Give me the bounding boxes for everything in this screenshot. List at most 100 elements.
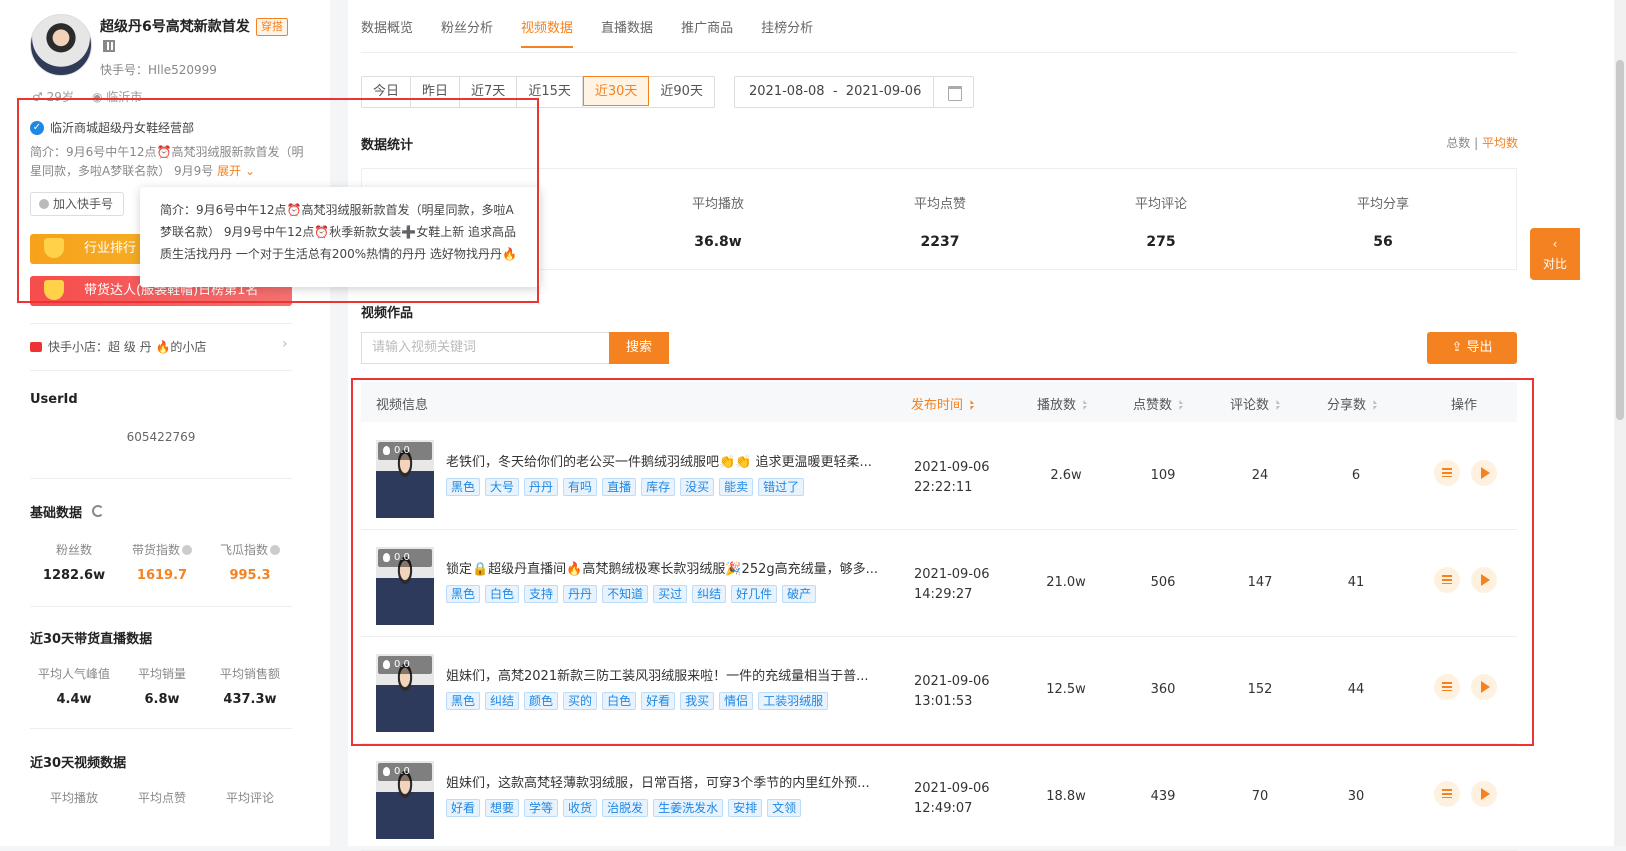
tab-products[interactable]: 推广商品 xyxy=(681,17,733,48)
stat-label: 平均销量 xyxy=(137,667,186,681)
stat-value: 275 xyxy=(1146,234,1176,250)
userid-value: 605422769 xyxy=(126,430,196,444)
keyword-tag[interactable]: 治脱发 xyxy=(602,799,649,817)
table-row: 0.0 姐妹们，这款高梵轻薄款羽绒服，日常百搭，可穿3个季节的内里红外预... … xyxy=(361,745,1517,851)
tabs-divider xyxy=(361,52,1517,53)
range-30d[interactable]: 近30天 xyxy=(582,76,650,106)
export-button[interactable]: ⇪ 导出 xyxy=(1427,332,1517,364)
highlight-box-profile xyxy=(17,98,539,303)
range-90d[interactable]: 近90天 xyxy=(649,77,714,107)
stat-avg-comments: 平均评论 275 xyxy=(1101,193,1221,250)
stat-label: 平均评论 xyxy=(1134,197,1187,212)
shares-cell: 30 xyxy=(1347,789,1365,804)
tab-ranking[interactable]: 挂榜分析 xyxy=(761,17,813,48)
main-panel: 数据概览 粉丝分析 视频数据 直播数据 推广商品 挂榜分析 今日 昨日 近7天 … xyxy=(348,0,1626,851)
stat-label: 平均人气峰值 xyxy=(37,667,110,681)
works-title: 视频作品 xyxy=(361,306,414,321)
date-start: 2021-08-08 xyxy=(749,84,825,99)
tab-bar: 数据概览 粉丝分析 视频数据 直播数据 推广商品 挂榜分析 xyxy=(361,17,813,48)
play-icon[interactable] xyxy=(1471,781,1497,807)
keyword-tag[interactable]: 学等 xyxy=(524,799,559,817)
keyword-tag[interactable]: 收货 xyxy=(563,799,598,817)
calendar-icon[interactable] xyxy=(933,77,973,107)
stat-label-text: 飞瓜指数 xyxy=(219,543,268,557)
stat-avg-plays: 平均播放 36.8w xyxy=(658,193,778,250)
video-thumbnail[interactable]: 0.0 xyxy=(376,761,434,839)
profile-sidebar: 超级丹6号高梵新款首发 穿搭 快手号：Hlle520999 ♂ 29岁 ◉ 临沂… xyxy=(0,0,540,846)
stat-value: 4.4w xyxy=(56,692,92,707)
publish-date: 2021-09-06 xyxy=(914,781,990,796)
stat-value: 6.8w xyxy=(144,692,180,707)
stat-label: 平均评论 xyxy=(225,791,274,805)
stat-label: 带货指数 xyxy=(118,541,206,558)
video-title[interactable]: 姐妹们，这款高梵轻薄款羽绒服，日常百搭，可穿3个季节的内里红外预... xyxy=(446,772,896,791)
kuaishou-id: 快手号：Hlle520999 xyxy=(100,63,217,77)
video-stat-plays: 平均播放 xyxy=(30,789,118,806)
stat-label: 飞瓜指数 xyxy=(206,541,294,558)
stat-label: 平均点赞 xyxy=(137,791,186,805)
tab-fans[interactable]: 粉丝分析 xyxy=(441,17,493,48)
tab-live[interactable]: 直播数据 xyxy=(601,17,653,48)
publish-time: 2021-09-06 12:49:07 xyxy=(914,779,990,819)
divider xyxy=(30,606,292,607)
live-stat-revenue: 平均销售额 437.3w xyxy=(206,665,294,707)
userid-title: UserId xyxy=(30,392,78,407)
keyword-tag[interactable]: 想要 xyxy=(485,799,520,817)
highlight-box-table xyxy=(351,378,1534,746)
date-range-picker[interactable]: 2021-08-08 - 2021-09-06 xyxy=(734,76,974,108)
qr-code-icon[interactable] xyxy=(103,40,115,52)
compare-label: 对比 xyxy=(1542,257,1567,271)
stat-label: 粉丝数 xyxy=(55,543,92,557)
publish-clock: 12:49:07 xyxy=(914,801,973,816)
info-icon[interactable] xyxy=(270,545,280,555)
keyword-tag[interactable]: 生姜洗发水 xyxy=(653,799,724,817)
comments-cell: 70 xyxy=(1251,789,1269,804)
tab-video[interactable]: 视频数据 xyxy=(521,17,574,48)
account-name: 超级丹6号高梵新款首发 xyxy=(100,19,250,35)
basic-stat-goods-index: 带货指数 1619.7 xyxy=(118,541,206,583)
stat-label: 平均分享 xyxy=(1356,197,1409,212)
basic-stat-fans: 粉丝数 1282.6w xyxy=(30,541,118,583)
stat-value: 56 xyxy=(1373,234,1393,250)
video-stat-comments: 平均评论 xyxy=(206,789,294,806)
toggle-average[interactable]: 平均数 xyxy=(1482,136,1518,150)
toggle-separator: | xyxy=(1474,136,1479,150)
keyword-tag[interactable]: 安排 xyxy=(728,799,763,817)
refresh-icon[interactable] xyxy=(92,505,104,517)
stat-value: 437.3w xyxy=(223,692,277,707)
likes-cell: 439 xyxy=(1150,789,1176,804)
stat-value: 1619.7 xyxy=(136,568,188,583)
stat-value: 36.8w xyxy=(694,234,742,250)
search-button[interactable]: 搜索 xyxy=(609,332,669,364)
scrollbar-thumb[interactable] xyxy=(1616,60,1624,420)
shop-icon xyxy=(30,342,42,352)
stat-value: 2237 xyxy=(920,234,960,250)
keyword-tag[interactable]: 好看 xyxy=(446,799,481,817)
stat-label: 平均点赞 xyxy=(913,197,966,212)
info-icon[interactable] xyxy=(182,545,192,555)
shop-link[interactable]: 快手小店：超 级 丹 🔥的小店 xyxy=(30,338,206,355)
keyword-tag[interactable]: 文领 xyxy=(767,799,802,817)
divider xyxy=(30,728,292,729)
date-end: 2021-09-06 xyxy=(845,84,922,99)
toggle-total[interactable]: 总数 xyxy=(1446,136,1470,150)
tab-overview[interactable]: 数据概览 xyxy=(361,17,413,48)
export-label: 导出 xyxy=(1466,340,1493,355)
shop-label: 快手小店：超 级 丹 🔥的小店 xyxy=(48,340,207,354)
compare-button[interactable]: ‹ 对比 xyxy=(1530,228,1580,280)
category-tag: 穿搭 xyxy=(256,18,288,36)
heat-badge: 0.0 xyxy=(378,763,432,781)
basic-data-title: 基础数据 xyxy=(30,506,83,521)
live30-title: 近30天带货直播数据 xyxy=(30,632,153,647)
basic-stat-feigua-index: 飞瓜指数 995.3 xyxy=(206,541,294,583)
keyword-tags: 好看 想要 学等 收货 治脱发 生姜洗发水 安排 文领 xyxy=(446,799,802,817)
avatar xyxy=(30,14,92,76)
chevron-right-icon[interactable]: › xyxy=(282,336,288,352)
video-search-input[interactable]: 请输入视频关键词 xyxy=(361,332,609,364)
divider xyxy=(30,478,292,479)
video30-title: 近30天视频数据 xyxy=(30,756,127,771)
stat-label-text: 带货指数 xyxy=(131,543,180,557)
date-separator: - xyxy=(832,84,838,99)
stat-value: 995.3 xyxy=(229,568,271,583)
detail-list-icon[interactable] xyxy=(1434,781,1460,807)
